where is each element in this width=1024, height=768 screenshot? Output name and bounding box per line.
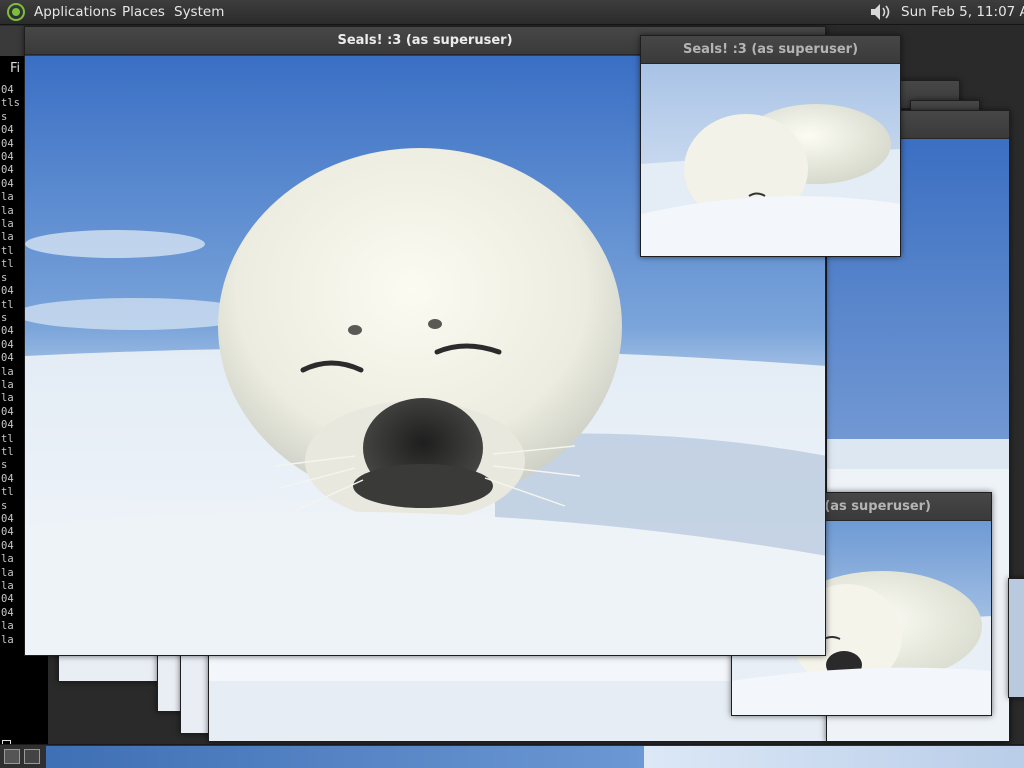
clock[interactable]: Sun Feb 5, 11:07 AM [901,4,1024,20]
terminal-line: tl [1,258,14,271]
terminal-line: 04 [1,405,14,418]
desktop: Fi 04 tls s 04 04 04 04 04 la la la la tl tl s 04 tl s 04 0… [0,0,1024,768]
terminal-line: s [1,459,8,472]
terminal-line: tl [1,244,14,257]
distro-logo-icon[interactable] [6,3,26,21]
terminal-line: la [1,204,14,217]
terminal-output: 04 tls s 04 04 04 04 04 la la la la tl tl s 04 tl s 04 04 04… [1,84,20,647]
terminal-line: 04 [1,526,14,539]
terminal-line: 04 [1,593,14,606]
system-menu[interactable]: System [174,4,224,20]
terminal-line: 04 [1,513,14,525]
bottom-panel [0,744,1024,768]
terminal-line: 04 [1,539,14,552]
terminal-line: 04 [1,606,14,619]
top-panel: Applications Places System Sun Feb 5, 11… [0,0,1024,25]
taskbar-window-list[interactable] [46,746,646,768]
terminal-line: la [1,392,14,405]
terminal-line: tl [1,298,14,311]
applications-menu[interactable]: Applications [34,4,116,20]
taskbar-window-list-right[interactable] [644,746,1024,768]
terminal-line: la [1,378,14,391]
terminal-line: 04 [1,177,14,190]
terminal-line: la [1,633,14,646]
taskbar-button-terminal[interactable] [24,749,40,764]
terminal-line: la [1,365,14,378]
terminal-line: 04 [1,325,14,338]
terminal-line: la [1,620,14,633]
terminal-line: s [1,499,8,512]
show-desktop-button[interactable] [4,749,20,764]
seal-window-top-right[interactable]: Seals! :3 (as superuser) [640,35,901,257]
terminal-line: 04 [1,285,14,298]
places-menu[interactable]: Places [122,4,165,20]
terminal-line: tl [1,445,14,458]
terminal-line: la [1,580,14,593]
terminal-line: tl [1,432,14,445]
terminal-line: 04 [1,124,14,137]
terminal-line: la [1,566,14,579]
terminal-line: 04 [1,472,14,485]
terminal-line: la [1,191,14,204]
volume-icon[interactable] [868,2,892,22]
seal-image [641,64,900,256]
terminal-line: 04 [1,137,14,150]
terminal-line: 04 [1,151,14,164]
terminal-line: 04 [1,352,14,365]
terminal-line: 04 [1,164,14,177]
terminal-line: 04 [1,84,14,96]
stacked-window-edge[interactable] [1008,578,1024,698]
terminal-line: tl [1,486,14,499]
terminal-file-menu[interactable]: Fi [10,61,20,76]
terminal-line: s [1,271,8,284]
terminal-line: la [1,218,14,231]
terminal-line: 04 [1,419,14,432]
terminal-line: s [1,110,8,123]
terminal-line: la [1,553,14,566]
terminal-line: tls [1,97,20,110]
terminal-line: la [1,231,14,244]
terminal-line: s [1,311,8,324]
window-title[interactable]: Seals! :3 (as superuser) [641,36,900,64]
terminal-line: 04 [1,338,14,351]
